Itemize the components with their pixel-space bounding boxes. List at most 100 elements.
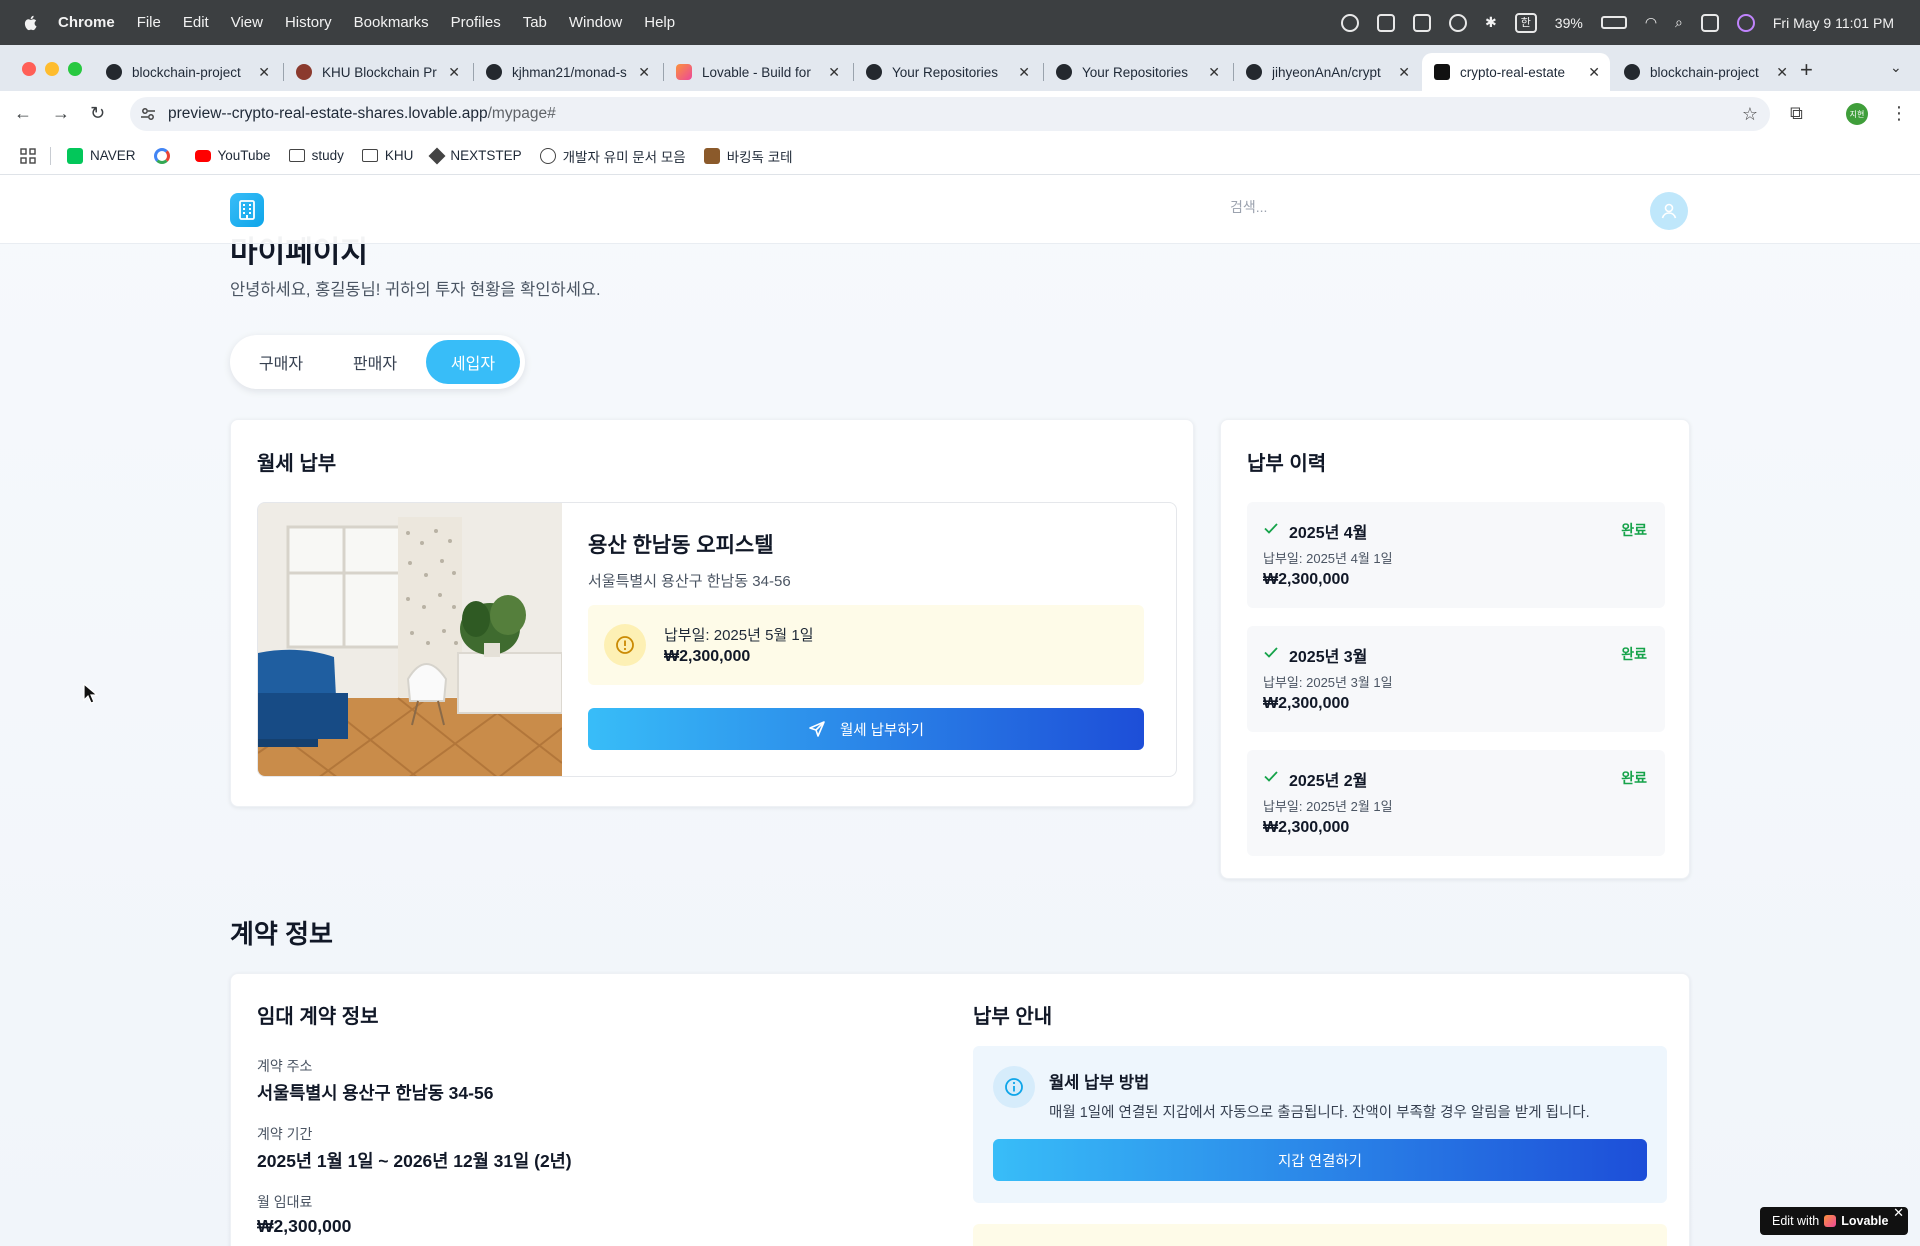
browser-tab[interactable]: Your Repositories ✕ <box>1044 53 1230 91</box>
close-tab-icon[interactable]: ✕ <box>448 64 460 81</box>
menu-window[interactable]: Window <box>569 14 622 31</box>
address-bar[interactable]: preview--crypto-real-estate-shares.lovab… <box>130 97 1770 131</box>
badge-brand: Lovable <box>1841 1214 1889 1228</box>
history-item[interactable]: 2025년 4월 완료 납부일: 2025년 4월 1일 ₩2,300,000 <box>1247 502 1665 608</box>
spotlight-search-icon[interactable]: ⌕ <box>1675 14 1683 31</box>
bookmark-folder-khu[interactable]: KHU <box>361 148 413 163</box>
close-tab-icon[interactable]: ✕ <box>638 64 650 81</box>
keyboard-icon[interactable] <box>1413 13 1432 32</box>
menu-view[interactable]: View <box>231 14 263 31</box>
payment-due-notice: 납부일: 2025년 5월 1일 ₩2,300,000 <box>588 605 1144 685</box>
control-center-icon[interactable] <box>1700 13 1719 32</box>
site-search-input[interactable]: 검색... <box>1230 197 1267 217</box>
property-name: 용산 한남동 오피스텔 <box>588 534 774 557</box>
close-tab-icon[interactable]: ✕ <box>258 64 270 81</box>
bookmark-nextstep[interactable]: NEXTSTEP <box>428 147 522 164</box>
back-arrow-icon[interactable]: ← <box>14 103 32 124</box>
payment-guide-heading: 납부 안내 <box>973 1006 1053 1028</box>
tab-search-chevron-icon[interactable]: ⌄ <box>1890 59 1902 76</box>
bookmark-barking-dog[interactable]: 바킹독 코테 <box>703 146 793 166</box>
tab-tenant[interactable]: 세입자 <box>426 340 520 384</box>
lovable-heart-icon <box>1434 64 1450 80</box>
property-photo <box>258 503 562 776</box>
github-icon <box>1246 64 1262 80</box>
apple-icon[interactable] <box>22 14 40 32</box>
browser-tab[interactable]: KHU Blockchain Pr ✕ <box>284 53 470 91</box>
tab-seller[interactable]: 판매자 <box>330 340 420 384</box>
secondary-notice-box <box>973 1224 1667 1246</box>
extensions-puzzle-icon[interactable]: ⧉ <box>1790 103 1803 124</box>
close-tab-icon[interactable]: ✕ <box>1398 64 1410 81</box>
tab-title: Lovable - Build for <box>702 64 811 80</box>
edit-with-lovable-badge[interactable]: Edit with Lovable ✕ <box>1760 1205 1908 1235</box>
menu-help[interactable]: Help <box>644 14 675 31</box>
rent-payment-card: 월세 납부 용산 한남동 오피스텔 서울특별시 용산구 한남동 34-56 납부… <box>230 419 1194 807</box>
browser-tab-active[interactable]: crypto-real-estate ✕ <box>1422 53 1610 91</box>
contract-info-card: 임대 계약 정보 계약 주소 서울특별시 용산구 한남동 34-56 계약 기간… <box>230 973 1690 1246</box>
site-settings-icon[interactable] <box>140 106 156 122</box>
bookmark-naver[interactable]: NAVER <box>67 147 136 164</box>
close-tab-icon[interactable]: ✕ <box>1018 64 1030 81</box>
menu-edit[interactable]: Edit <box>183 14 209 31</box>
history-amount: ₩2,300,000 <box>1263 819 1350 836</box>
bookmark-dev-docs[interactable]: 개발자 유미 문서 모음 <box>539 146 686 166</box>
wifi-icon[interactable]: ◠ <box>1645 14 1657 31</box>
battery-icon[interactable] <box>1600 16 1627 29</box>
browser-tab[interactable]: Lovable - Build for ✕ <box>664 53 850 91</box>
history-amount: ₩2,300,000 <box>1263 695 1350 712</box>
close-tab-icon[interactable]: ✕ <box>1208 64 1220 81</box>
browser-tab[interactable]: Your Repositories ✕ <box>854 53 1040 91</box>
github-icon <box>486 64 502 80</box>
menu-profiles[interactable]: Profiles <box>451 14 501 31</box>
bookmark-google[interactable] <box>153 147 177 164</box>
contract-address-label: 계약 주소 <box>257 1058 313 1074</box>
reload-icon[interactable]: ↻ <box>90 103 105 124</box>
user-avatar-icon[interactable] <box>1650 192 1688 230</box>
bookmark-folder-study[interactable]: study <box>288 148 344 163</box>
khu-icon <box>296 64 312 80</box>
bookmark-label: 바킹독 코테 <box>726 149 793 165</box>
menu-bookmarks[interactable]: Bookmarks <box>354 14 429 31</box>
browser-tab[interactable]: blockchain-project ✕ <box>1612 53 1798 91</box>
close-badge-icon[interactable]: ✕ <box>1893 1205 1904 1221</box>
profile-avatar[interactable]: 지현 <box>1846 103 1868 125</box>
input-method-icon[interactable]: 한 <box>1514 12 1537 33</box>
building-logo-icon[interactable] <box>230 193 264 227</box>
bluetooth-icon[interactable]: ✱ <box>1485 14 1497 31</box>
url-path: /mypage# <box>487 105 556 122</box>
forward-arrow-icon[interactable]: → <box>52 103 70 124</box>
bookmark-youtube[interactable]: YouTube <box>194 148 271 163</box>
new-tab-icon[interactable]: + <box>1800 57 1813 83</box>
maximize-window-button[interactable] <box>68 62 82 76</box>
apps-grid-icon[interactable] <box>20 147 36 164</box>
menu-app-name[interactable]: Chrome <box>58 14 115 31</box>
more-menu-icon[interactable]: ⋮ <box>1890 103 1908 124</box>
close-tab-icon[interactable]: ✕ <box>1588 64 1600 81</box>
screen-record-icon[interactable] <box>1341 13 1360 32</box>
notion-icon[interactable] <box>1377 13 1396 32</box>
close-window-button[interactable] <box>22 62 36 76</box>
history-item[interactable]: 2025년 2월 완료 납부일: 2025년 2월 1일 ₩2,300,000 <box>1247 750 1665 856</box>
tab-buyer[interactable]: 구매자 <box>236 340 326 384</box>
connect-wallet-button[interactable]: 지갑 연결하기 <box>993 1139 1647 1181</box>
page-subtitle: 안녕하세요, 홍길동님! 귀하의 투자 현황을 확인하세요. <box>230 281 601 299</box>
browser-tab[interactable]: blockchain-project ✕ <box>94 53 280 91</box>
pay-rent-button[interactable]: 월세 납부하기 <box>588 708 1144 750</box>
close-tab-icon[interactable]: ✕ <box>828 64 840 81</box>
browser-tab[interactable]: kjhman21/monad-s ✕ <box>474 53 660 91</box>
bookmark-label: NEXTSTEP <box>450 148 522 163</box>
menu-file[interactable]: File <box>137 14 161 31</box>
tab-title: blockchain-project <box>132 64 241 80</box>
bookmark-star-icon[interactable]: ☆ <box>1742 104 1758 125</box>
menu-tab[interactable]: Tab <box>523 14 547 31</box>
close-tab-icon[interactable]: ✕ <box>1776 64 1788 81</box>
history-item[interactable]: 2025년 3월 완료 납부일: 2025년 3월 1일 ₩2,300,000 <box>1247 626 1665 732</box>
history-status: 완료 <box>1621 646 1647 662</box>
menu-bar-clock[interactable]: Fri May 9 11:01 PM <box>1773 15 1894 31</box>
siri-icon[interactable] <box>1736 13 1755 32</box>
minimize-window-button[interactable] <box>45 62 59 76</box>
menu-history[interactable]: History <box>285 14 332 31</box>
play-icon[interactable] <box>1449 13 1468 32</box>
nextstep-icon <box>428 147 446 164</box>
browser-tab[interactable]: jihyeonAnAn/crypt ✕ <box>1234 53 1420 91</box>
